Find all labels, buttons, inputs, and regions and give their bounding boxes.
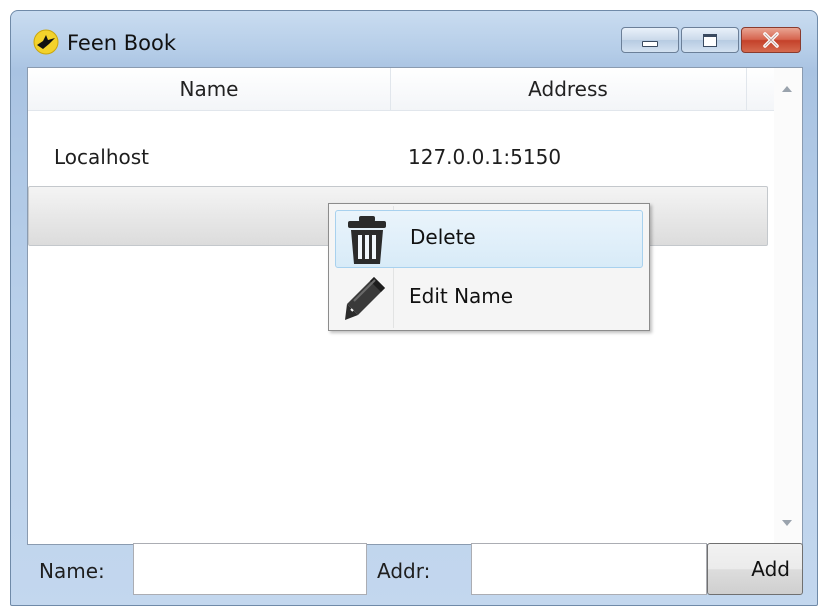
menu-label-delete: Delete: [410, 225, 476, 249]
row-address: 127.0.0.1:5150: [408, 145, 562, 169]
row-name: Localhost: [54, 145, 150, 169]
table-row[interactable]: Localhost 127.0.0.1:5150: [28, 128, 768, 186]
menu-item-delete[interactable]: Delete: [335, 210, 643, 268]
name-label: Name:: [39, 559, 105, 583]
close-button[interactable]: [741, 27, 801, 53]
list-header: Name Address: [28, 68, 774, 111]
trash-icon: [342, 214, 392, 266]
column-header-address[interactable]: Address: [390, 68, 747, 110]
maximize-button[interactable]: [681, 27, 739, 53]
window-title: Feen Book: [67, 31, 177, 55]
vertical-scrollbar[interactable]: [774, 68, 802, 544]
title-bar[interactable]: Feen Book: [11, 11, 817, 71]
addr-label: Addr:: [377, 559, 431, 583]
menu-item-edit-name[interactable]: Edit Name: [335, 270, 643, 328]
context-menu: Delete Edit Name: [328, 203, 650, 331]
maximize-icon: [703, 33, 717, 47]
scroll-down-icon[interactable]: [782, 520, 792, 526]
column-header-name[interactable]: Name: [28, 68, 391, 110]
minimize-button[interactable]: [621, 27, 679, 53]
minimize-icon: [642, 41, 658, 47]
bird-logo-icon: [33, 29, 59, 55]
pencil-icon: [341, 273, 391, 325]
addr-input[interactable]: [471, 543, 707, 595]
name-input[interactable]: [133, 543, 367, 595]
input-bar: Name: Addr: Add: [11, 541, 817, 605]
close-icon: [763, 32, 779, 48]
scroll-up-icon[interactable]: [782, 86, 792, 92]
add-button[interactable]: Add: [707, 543, 803, 595]
menu-label-edit-name: Edit Name: [409, 284, 514, 308]
